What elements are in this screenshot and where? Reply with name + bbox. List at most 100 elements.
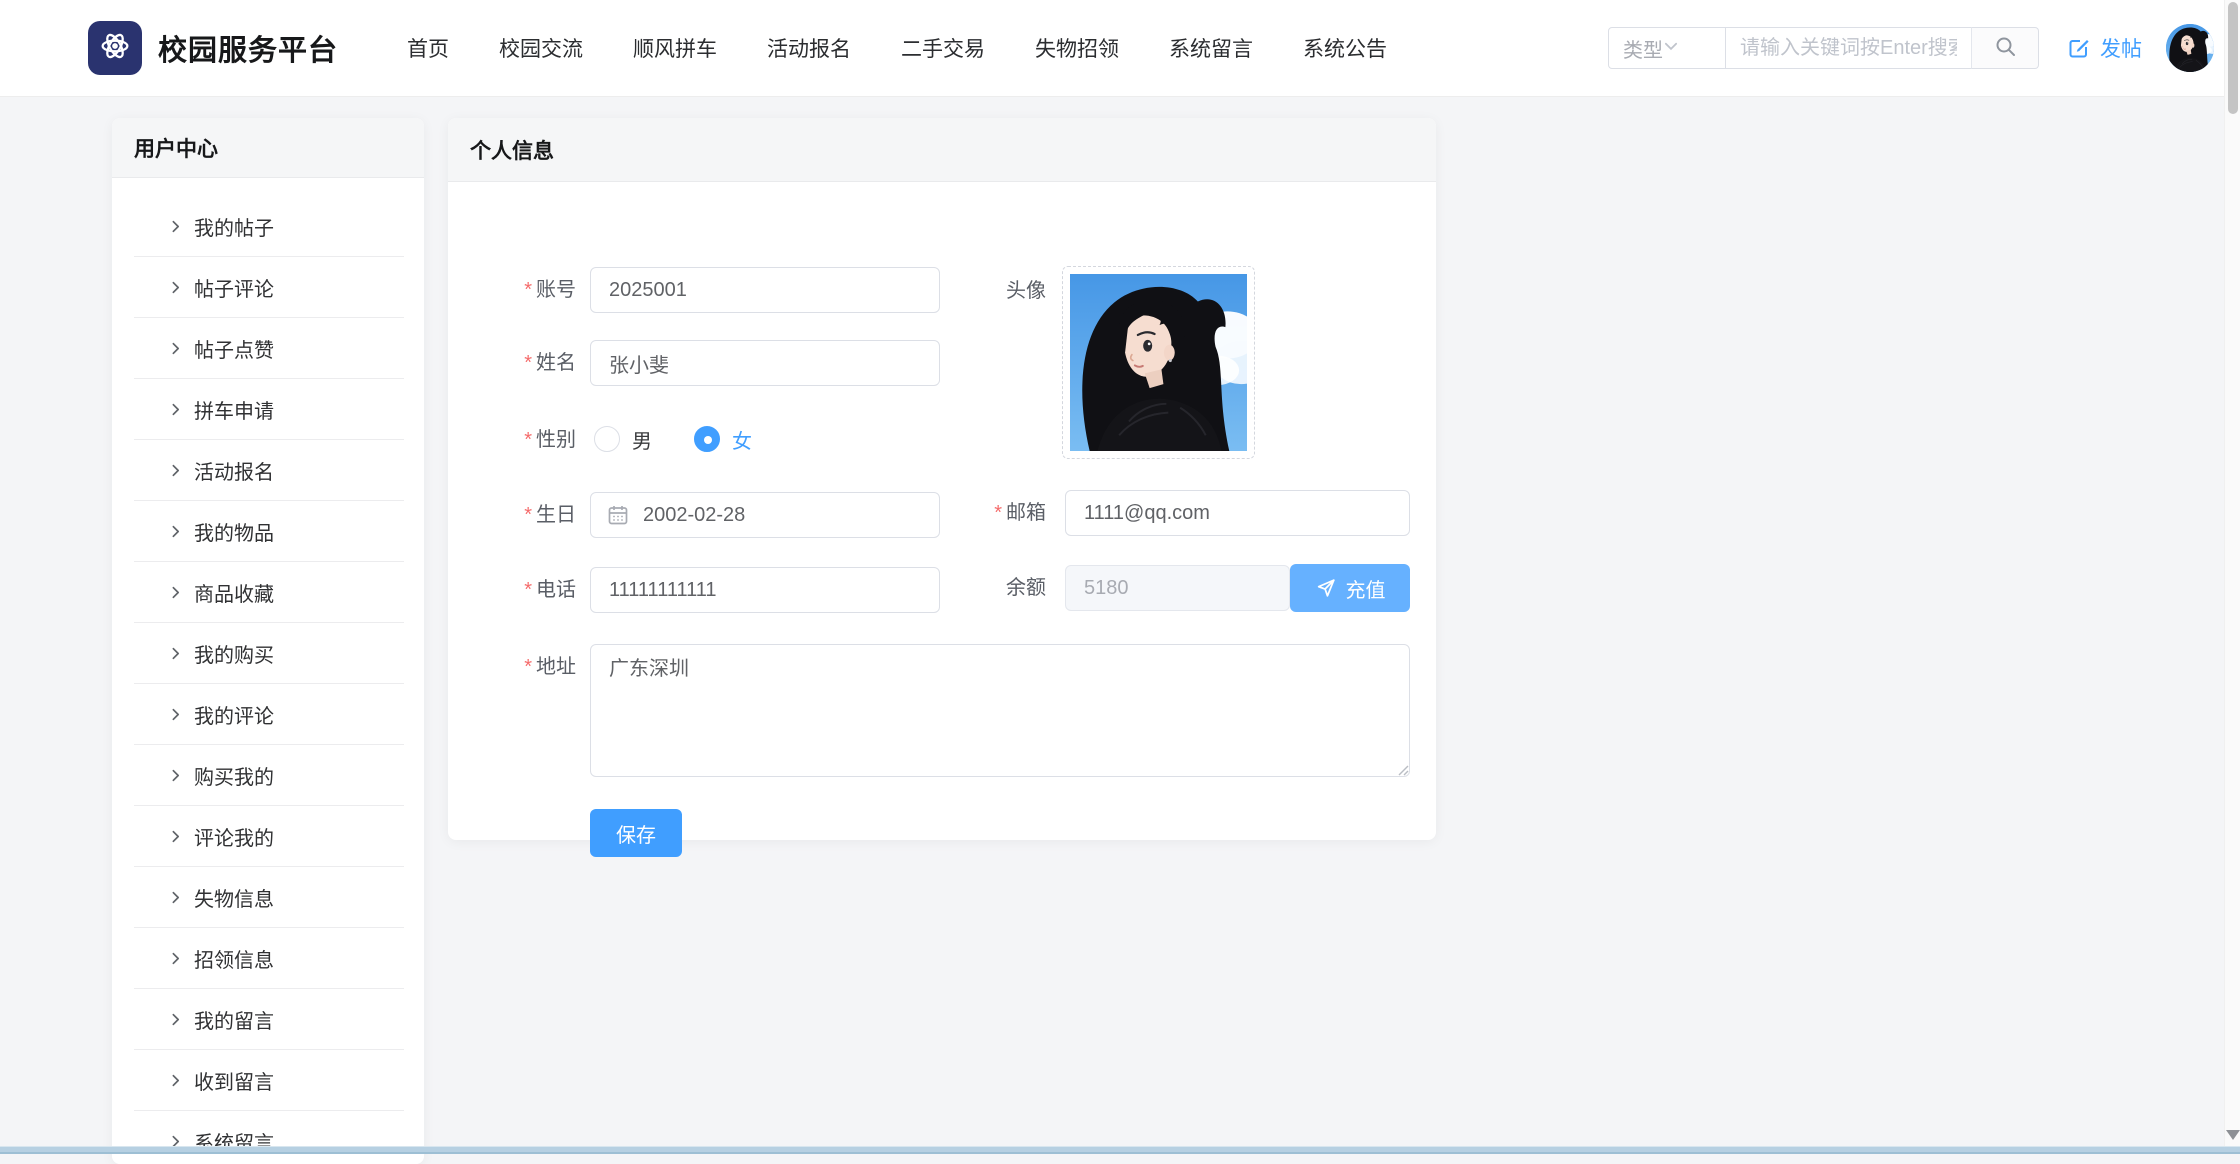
sidebar-menu-item[interactable]: 评论我的 xyxy=(112,806,424,867)
recharge-button[interactable]: 充值 xyxy=(1290,564,1410,612)
nav-item[interactable]: 活动报名 xyxy=(742,33,876,63)
profile-avatar-image xyxy=(1070,274,1247,451)
sidebar-menu-item-label: 帖子评论 xyxy=(194,279,274,301)
birthday-label: * 生日 xyxy=(524,504,576,526)
sidebar-menu-item-label: 我的留言 xyxy=(194,1011,274,1033)
nav-item[interactable]: 失物招领 xyxy=(1010,33,1144,63)
balance-input xyxy=(1065,565,1290,611)
sidebar-menu-item-label: 我的帖子 xyxy=(194,218,274,240)
send-icon xyxy=(1315,577,1337,599)
chevron-right-icon xyxy=(168,280,183,295)
gender-option-male-label: 男 xyxy=(632,430,652,453)
brand-logo xyxy=(88,21,142,75)
create-post-link[interactable]: 发帖 xyxy=(2067,33,2142,63)
gender-option-female[interactable]: 女 xyxy=(694,425,752,454)
sidebar-menu-item[interactable]: 招领信息 xyxy=(112,928,424,989)
sidebar-menu-item[interactable]: 商品收藏 xyxy=(112,562,424,623)
site-title: 校园服务平台 xyxy=(158,35,339,67)
name-label: * 姓名 xyxy=(524,352,576,374)
search-type-select[interactable]: 类型 xyxy=(1608,27,1726,69)
save-button[interactable]: 保存 xyxy=(590,809,682,857)
gender-option-female-label: 女 xyxy=(732,430,752,453)
phone-label: * 电话 xyxy=(524,579,576,601)
sidebar-menu-item-label: 我的购买 xyxy=(194,645,274,667)
sidebar-menu-item[interactable]: 系统留言 xyxy=(112,1111,424,1164)
sidebar-menu-item-label: 活动报名 xyxy=(194,462,274,484)
sidebar-menu-item[interactable]: 我的购买 xyxy=(112,623,424,684)
chevron-right-icon xyxy=(168,951,183,966)
chevron-right-icon xyxy=(168,646,183,661)
sidebar-menu-item[interactable]: 我的物品 xyxy=(112,501,424,562)
account-input[interactable] xyxy=(590,267,940,313)
nav-item[interactable]: 系统留言 xyxy=(1144,33,1278,63)
sidebar-menu-item[interactable]: 拼车申请 xyxy=(112,379,424,440)
sidebar-menu-item[interactable]: 我的帖子 xyxy=(112,196,424,257)
chevron-right-icon xyxy=(168,768,183,783)
sidebar-menu-item[interactable]: 我的评论 xyxy=(112,684,424,745)
page: { "header": { "brand": "校园服务平台", "nav_it… xyxy=(0,0,2240,1164)
nav-item[interactable]: 系统公告 xyxy=(1278,33,1412,63)
radio-checked-icon xyxy=(694,426,720,452)
user-center-sidebar: 用户中心 我的帖子 帖子评论 帖子点赞 拼车申请 活动报名 我的物品 商品收藏 … xyxy=(112,118,424,1164)
profile-form: *账号 *姓名 *性别 男 女 *生日 xyxy=(448,182,1436,857)
email-label: * 邮箱 xyxy=(994,502,1046,524)
sidebar-menu-item[interactable]: 购买我的 xyxy=(112,745,424,806)
sidebar-menu-item[interactable]: 失物信息 xyxy=(112,867,424,928)
sidebar-menu-item[interactable]: 帖子评论 xyxy=(112,257,424,318)
nav-item[interactable]: 二手交易 xyxy=(876,33,1010,63)
nav-item[interactable]: 首页 xyxy=(382,33,474,63)
radio-icon xyxy=(594,426,620,452)
chevron-down-icon xyxy=(1663,37,1679,60)
chevron-right-icon xyxy=(168,341,183,356)
search-input[interactable] xyxy=(1726,27,1972,69)
gender-radio-group: 男 女 xyxy=(594,422,752,456)
birthday-input[interactable] xyxy=(590,492,940,538)
create-post-label: 发帖 xyxy=(2100,38,2142,61)
nav-item[interactable]: 校园交流 xyxy=(474,33,608,63)
sidebar-menu-item-label: 失物信息 xyxy=(194,889,274,911)
chevron-right-icon xyxy=(168,585,183,600)
chevron-right-icon xyxy=(168,829,183,844)
profile-card-title: 个人信息 xyxy=(448,118,1436,182)
chevron-right-icon xyxy=(168,402,183,417)
account-label: * 账号 xyxy=(524,279,576,301)
scroll-down-arrow-icon[interactable] xyxy=(2226,1130,2240,1140)
nav-item[interactable]: 顺风拼车 xyxy=(608,33,742,63)
address-label: * 地址 xyxy=(524,656,576,678)
gender-option-male[interactable]: 男 xyxy=(594,425,652,454)
chevron-right-icon xyxy=(168,463,183,478)
chevron-right-icon xyxy=(168,1073,183,1088)
main-nav: 首页 校园交流 顺风拼车 活动报名 二手交易 失物招领 系统留言 系统公告 xyxy=(382,33,1412,63)
top-navbar: 校园服务平台 首页 校园交流 顺风拼车 活动报名 二手交易 失物招领 系统留言 … xyxy=(0,0,2240,97)
brand-link[interactable]: 校园服务平台 xyxy=(88,21,338,75)
chevron-right-icon xyxy=(168,707,183,722)
sidebar-menu-item-label: 购买我的 xyxy=(194,767,274,789)
user-avatar[interactable] xyxy=(2166,24,2214,72)
phone-input[interactable] xyxy=(590,567,940,613)
sidebar-menu-item-label: 帖子点赞 xyxy=(194,340,274,362)
email-input[interactable] xyxy=(1065,490,1410,536)
search-button[interactable] xyxy=(1971,27,2039,69)
vertical-scrollbar-thumb[interactable] xyxy=(2228,2,2238,114)
search-icon xyxy=(1993,34,2017,63)
search-type-value: 类型 xyxy=(1623,39,1663,62)
atom-icon xyxy=(96,27,134,70)
vertical-scrollbar[interactable] xyxy=(2224,0,2240,1146)
avatar-upload-box[interactable] xyxy=(1062,266,1255,459)
chevron-right-icon xyxy=(168,219,183,234)
sidebar-menu-item[interactable]: 帖子点赞 xyxy=(112,318,424,379)
sidebar-menu-item[interactable]: 活动报名 xyxy=(112,440,424,501)
sidebar-menu-item-label: 评论我的 xyxy=(194,828,274,850)
profile-card: 个人信息 *账号 *姓名 *性别 男 女 *生日 xyxy=(448,118,1436,857)
sidebar-menu-item-label: 商品收藏 xyxy=(194,584,274,606)
sidebar-menu-item-label: 收到留言 xyxy=(194,1072,274,1094)
birthday-date-picker xyxy=(590,492,940,538)
sidebar-menu-item[interactable]: 收到留言 xyxy=(112,1050,424,1111)
horizontal-scrollbar[interactable] xyxy=(0,1146,2240,1154)
sidebar-menu-item-label: 我的物品 xyxy=(194,523,274,545)
name-input[interactable] xyxy=(590,340,940,386)
sidebar-menu-item-label: 拼车申请 xyxy=(194,401,274,423)
sidebar-menu-item-label: 我的评论 xyxy=(194,706,274,728)
sidebar-menu-item[interactable]: 我的留言 xyxy=(112,989,424,1050)
address-textarea[interactable]: 广东深圳 xyxy=(590,644,1410,777)
